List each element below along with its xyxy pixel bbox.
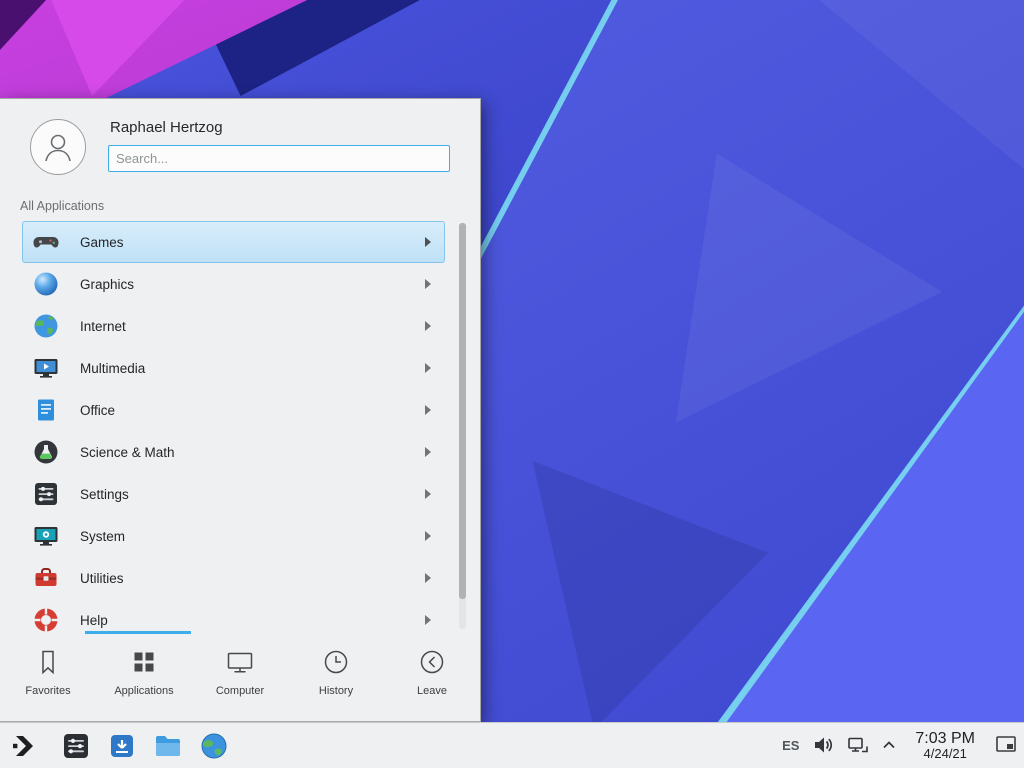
category-label: System — [80, 529, 125, 544]
clock-icon — [321, 647, 351, 677]
show-desktop-icon — [994, 734, 1018, 756]
category-item-internet[interactable]: Internet — [22, 305, 445, 347]
category-item-help[interactable]: Help — [22, 599, 445, 633]
flask-icon — [32, 438, 60, 466]
category-item-utilities[interactable]: Utilities — [22, 557, 445, 599]
network-icon[interactable] — [847, 734, 869, 756]
submenu-arrow-icon — [424, 278, 432, 290]
toolbox-icon — [32, 564, 60, 592]
globe-icon — [32, 312, 60, 340]
blue-folder-icon — [153, 731, 183, 761]
expand-tray-caret-icon[interactable] — [882, 740, 896, 750]
monitor-icon — [225, 647, 255, 677]
category-label: Office — [80, 403, 115, 418]
clock-time: 7:03 PM — [915, 730, 975, 748]
desktop: Raphael Hertzog All Applications Games G… — [0, 0, 1024, 768]
clock-date: 4/24/21 — [915, 747, 975, 761]
tab-label: Applications — [114, 685, 173, 697]
submenu-arrow-icon — [424, 614, 432, 626]
system-tray: ES 7:03 PM — [782, 730, 1018, 762]
multimedia-monitor-icon — [32, 354, 60, 382]
volume-icon[interactable] — [812, 734, 834, 756]
globe-icon — [199, 731, 229, 761]
show-desktop-button[interactable] — [994, 734, 1018, 756]
taskbar-panel: ES 7:03 PM — [0, 722, 1024, 768]
sliders-icon — [32, 480, 60, 508]
kde-kickoff-icon — [9, 731, 39, 761]
submenu-arrow-icon — [424, 404, 432, 416]
tab-history[interactable]: History — [288, 634, 384, 722]
category-item-office[interactable]: Office — [22, 389, 445, 431]
application-launcher-menu: Raphael Hertzog All Applications Games G… — [0, 98, 481, 722]
submenu-arrow-icon — [424, 362, 432, 374]
grid-icon — [129, 647, 159, 677]
category-item-games[interactable]: Games — [22, 221, 445, 263]
scrollbar-thumb[interactable] — [459, 223, 466, 599]
category-item-graphics[interactable]: Graphics — [22, 263, 445, 305]
bookmark-icon — [33, 647, 63, 677]
submenu-arrow-icon — [424, 446, 432, 458]
gamepad-icon — [32, 228, 60, 256]
tab-applications[interactable]: Applications — [96, 634, 192, 722]
person-icon — [38, 127, 78, 167]
leave-circle-icon — [417, 647, 447, 677]
category-label: Science & Math — [80, 445, 175, 460]
list-scrollbar[interactable] — [459, 223, 466, 629]
taskbar-app-file-manager[interactable] — [152, 730, 184, 762]
category-label: Games — [80, 235, 124, 250]
blue-box-icon — [107, 731, 137, 761]
tab-label: Computer — [216, 685, 264, 697]
lifebuoy-icon — [32, 606, 60, 633]
dark-sliders-icon — [61, 731, 91, 761]
tab-label: Leave — [417, 685, 447, 697]
taskbar-app-software-center[interactable] — [106, 730, 138, 762]
system-monitor-icon — [32, 522, 60, 550]
taskbar-app-system-settings[interactable] — [60, 730, 92, 762]
tab-leave[interactable]: Leave — [384, 634, 480, 722]
category-label: Settings — [80, 487, 129, 502]
submenu-arrow-icon — [424, 320, 432, 332]
application-launcher-button[interactable] — [8, 730, 40, 762]
category-item-multimedia[interactable]: Multimedia — [22, 347, 445, 389]
submenu-arrow-icon — [424, 488, 432, 500]
category-item-system[interactable]: System — [22, 515, 445, 557]
tab-favorites[interactable]: Favorites — [0, 634, 96, 722]
tab-computer[interactable]: Computer — [192, 634, 288, 722]
category-label: Internet — [80, 319, 126, 334]
sphere-icon — [32, 270, 60, 298]
tab-label: History — [319, 685, 353, 697]
category-list: Games Graphics Internet — [22, 221, 445, 633]
search-input[interactable] — [108, 145, 450, 172]
document-icon — [32, 396, 60, 424]
category-item-settings[interactable]: Settings — [22, 473, 445, 515]
submenu-arrow-icon — [424, 530, 432, 542]
keyboard-layout-indicator[interactable]: ES — [782, 738, 799, 753]
category-label: Graphics — [80, 277, 134, 292]
taskbar-app-web-browser[interactable] — [198, 730, 230, 762]
user-name: Raphael Hertzog — [110, 119, 223, 136]
category-label: Utilities — [80, 571, 124, 586]
submenu-arrow-icon — [424, 572, 432, 584]
digital-clock[interactable]: 7:03 PM 4/24/21 — [915, 730, 975, 762]
tab-label: Favorites — [25, 685, 70, 697]
user-avatar[interactable] — [30, 119, 86, 175]
section-label: All Applications — [20, 199, 104, 213]
category-label: Multimedia — [80, 361, 145, 376]
category-label: Help — [80, 613, 108, 628]
submenu-arrow-icon — [424, 236, 432, 248]
launcher-tabbar: Favorites Applications Computer — [0, 634, 480, 722]
category-item-science-math[interactable]: Science & Math — [22, 431, 445, 473]
